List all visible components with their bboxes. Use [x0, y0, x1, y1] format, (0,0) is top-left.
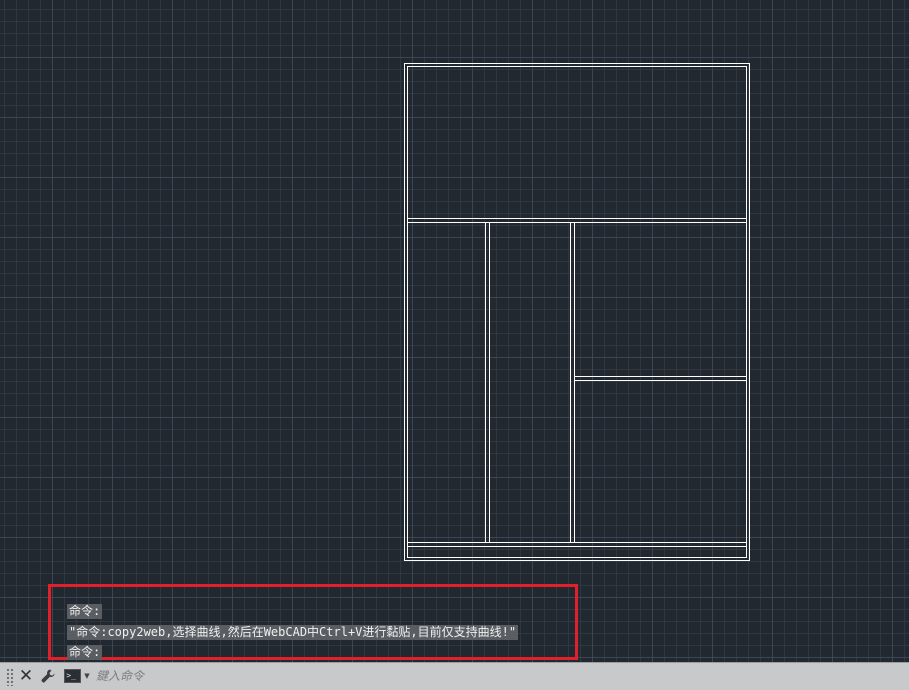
drag-grip-icon[interactable] [6, 668, 14, 686]
customize-button[interactable] [38, 665, 58, 687]
close-icon: ✕ [18, 666, 34, 686]
drawing-canvas[interactable]: 命令: "命令:copy2web,选择曲线,然后在WebCAD中Ctrl+V进行… [0, 0, 909, 662]
command-history-panel: 命令: "命令:copy2web,选择曲线,然后在WebCAD中Ctrl+V进行… [48, 584, 578, 660]
command-line-bar: ✕ >_ ▼ [0, 662, 909, 690]
command-prompt-icon: >_ [64, 669, 82, 683]
command-history-line: 命令: [67, 645, 103, 660]
cabinet-drawing[interactable] [0, 0, 909, 662]
cabinet-inner-frame [407, 66, 747, 558]
close-button[interactable]: ✕ [16, 665, 36, 687]
cabinet-outer-frame [404, 63, 750, 561]
command-history-line: "命令:copy2web,选择曲线,然后在WebCAD中Ctrl+V进行黏贴,目… [67, 625, 519, 640]
wrench-icon [41, 669, 55, 683]
chevron-down-icon: ▼ [84, 672, 90, 680]
command-input[interactable] [94, 666, 898, 686]
command-history-line: 命令: [67, 604, 103, 619]
recent-commands-button[interactable]: >_ ▼ [62, 665, 92, 687]
